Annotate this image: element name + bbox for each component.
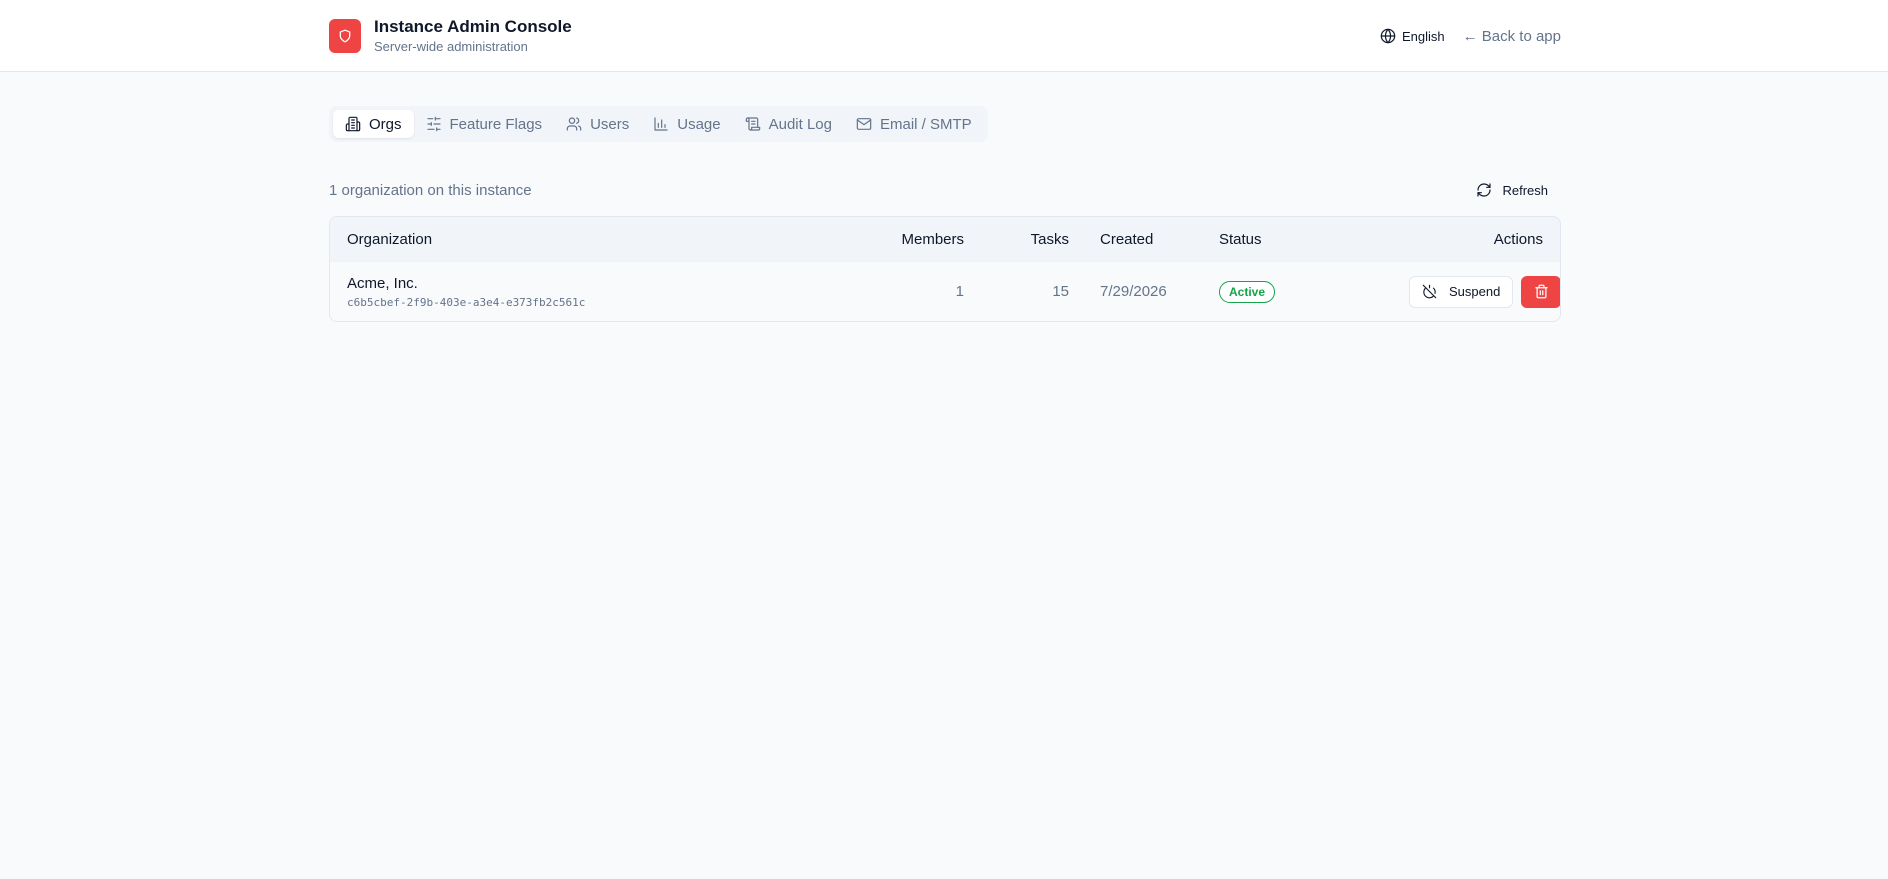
tab-bar: Orgs Feature Flags Users Usage Audit Log — [329, 106, 988, 142]
header-tasks[interactable]: Tasks — [964, 231, 1069, 248]
language-label: English — [1401, 28, 1445, 44]
status-badge: Active — [1219, 280, 1276, 303]
org-created: 7/29/2026 — [1100, 283, 1167, 300]
header-actions: Actions — [1493, 230, 1543, 248]
org-name: Acme, Inc. — [347, 274, 418, 292]
header-created[interactable]: Created — [1069, 231, 1219, 248]
org-members: 1 — [955, 283, 964, 300]
tab-audit-log[interactable]: Audit Log — [733, 110, 844, 138]
bar-chart-icon — [654, 117, 668, 131]
table-row[interactable]: Acme, Inc. c6b5cbef-2f9b-403e-a3e4-e373f… — [330, 261, 1560, 321]
refresh-icon — [1477, 183, 1492, 197]
tab-usage[interactable]: Usage — [641, 110, 732, 138]
top-bar: Instance Admin Console Server-wide admin… — [0, 0, 1888, 72]
main-content: Orgs Feature Flags Users Usage Audit Log — [329, 72, 1561, 322]
shield-icon — [329, 19, 361, 53]
trash-icon — [1535, 284, 1548, 299]
building-icon — [345, 116, 361, 132]
page-title: Instance Admin Console — [374, 16, 572, 36]
tab-email-smtp[interactable]: Email / SMTP — [844, 110, 984, 138]
power-off-icon — [1422, 284, 1437, 299]
suspend-button[interactable]: Suspend — [1409, 275, 1514, 308]
page-subtitle: Server-wide administration — [374, 38, 528, 54]
header-organization[interactable]: Organization — [330, 231, 870, 248]
mail-icon — [856, 118, 872, 130]
header-members[interactable]: Members — [870, 231, 964, 248]
delete-button[interactable] — [1521, 275, 1560, 308]
tab-feature-flags[interactable]: Feature Flags — [414, 110, 555, 138]
globe-icon — [1380, 28, 1396, 44]
table-header: Organization Members Tasks Created Statu… — [330, 217, 1560, 261]
language-selector[interactable]: English — [1380, 28, 1445, 44]
tab-orgs[interactable]: Orgs — [333, 110, 414, 138]
back-to-app-link[interactable]: ← Back to app — [1463, 28, 1561, 45]
sliders-icon — [426, 116, 441, 132]
header-status[interactable]: Status — [1219, 231, 1409, 248]
brand: Instance Admin Console Server-wide admin… — [329, 17, 572, 56]
users-icon — [566, 117, 582, 131]
refresh-button[interactable]: Refresh — [1463, 174, 1561, 206]
org-id: c6b5cbef-2f9b-403e-a3e4-e373fb2c561c — [347, 295, 586, 309]
org-tasks: 15 — [1052, 283, 1069, 300]
orgs-table: Organization Members Tasks Created Statu… — [329, 216, 1561, 322]
scroll-icon — [745, 117, 760, 131]
org-count-summary: 1 organization on this instance — [329, 181, 532, 199]
tab-users[interactable]: Users — [554, 110, 641, 138]
